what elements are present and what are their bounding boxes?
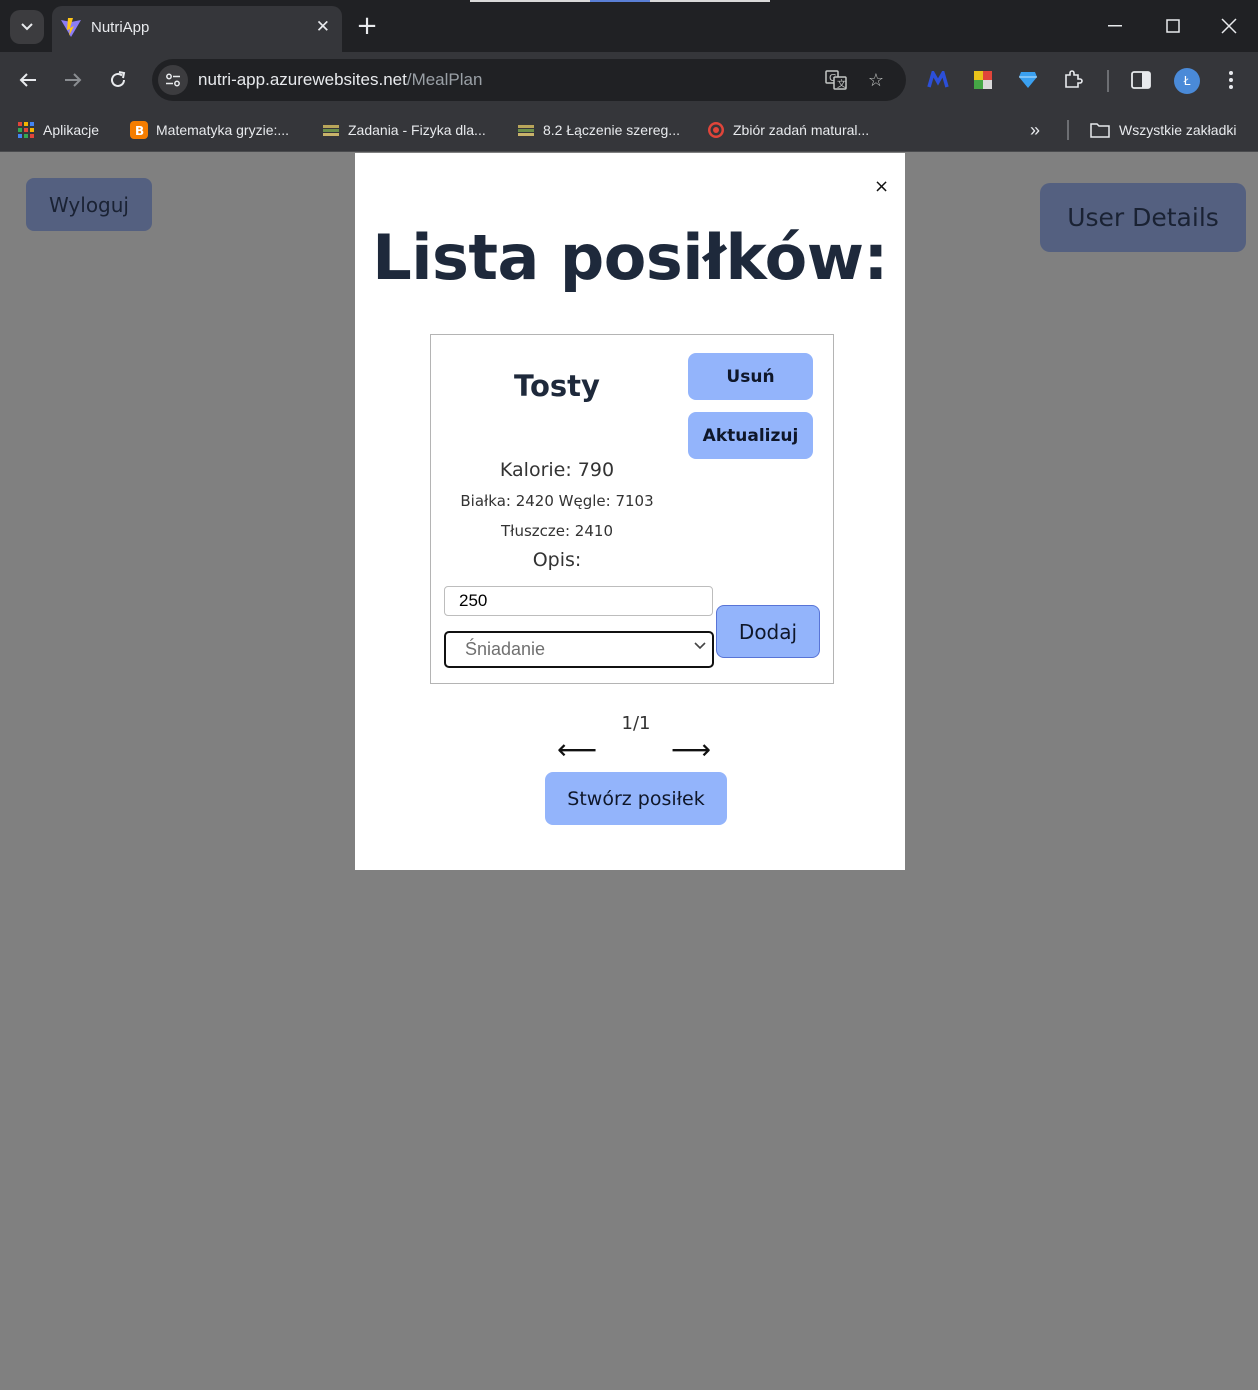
address-bar[interactable]: nutri-app.azurewebsites.net/MealPlan G文 … (152, 59, 906, 101)
delete-meal-button[interactable]: Usuń (688, 353, 813, 400)
bookmark-label: Zadania - Fizyka dla... (348, 122, 486, 138)
bookmark-label: 8.2 Łączenie szereg... (543, 122, 680, 138)
meal-card: Tosty Usuń Aktualizuj Kalorie: 790 Białk… (430, 334, 834, 684)
back-button[interactable] (14, 66, 42, 94)
meal-name: Tosty (514, 369, 600, 403)
all-bookmarks-folder[interactable]: Wszystkie zakładki (1089, 118, 1236, 142)
profile-avatar[interactable]: Ł (1174, 68, 1200, 94)
colorful-tiles-glyph (974, 71, 992, 89)
user-details-button[interactable]: User Details (1040, 183, 1246, 252)
vite-favicon-icon (61, 18, 81, 37)
maximize-icon (1166, 19, 1180, 33)
side-panel-glyph (1131, 71, 1151, 89)
all-bookmarks-label: Wszystkie zakładki (1119, 122, 1237, 138)
bookmark-label: Matematyka gryzie:... (156, 122, 290, 138)
reload-icon (111, 71, 126, 87)
svg-text:文: 文 (837, 78, 846, 90)
side-panel-icon[interactable] (1128, 67, 1154, 93)
bookmarks-divider (1067, 120, 1069, 140)
chevron-down-icon (21, 23, 33, 31)
meal-type-select[interactable]: Śniadanie (444, 631, 714, 668)
puzzle-glyph (1065, 70, 1083, 88)
reload-button[interactable] (104, 66, 132, 94)
maximize-button[interactable] (1158, 12, 1188, 40)
translate-icon[interactable]: G文 (824, 69, 848, 91)
bookmarks-bar: Aplikacje B Matematyka gryzie:... Zadani… (0, 108, 1258, 152)
kebab-glyph (1229, 71, 1233, 89)
extension-m-icon[interactable] (925, 67, 951, 93)
browser-titlebar: NutriApp ✕ + (0, 0, 1258, 52)
close-icon (1221, 18, 1237, 34)
bookmark-star-icon[interactable]: ☆ (864, 69, 888, 91)
more-bookmarks-icon[interactable]: » (1030, 118, 1040, 142)
url-text[interactable]: nutri-app.azurewebsites.net/MealPlan (198, 70, 482, 90)
next-page-arrow-icon[interactable]: ⟶ (671, 733, 711, 766)
meal-macros: Białka: 2420 Węgle: 7103 (460, 492, 654, 510)
extension-diamond-icon[interactable] (1015, 67, 1041, 93)
svg-text:B: B (135, 124, 144, 138)
bookmark-label: Aplikacje (43, 122, 100, 138)
tab-strip-indicator (590, 0, 650, 2)
minimize-button[interactable] (1100, 12, 1130, 40)
meal-calories: Kalorie: 790 (499, 459, 615, 481)
arrow-right-icon (65, 73, 82, 87)
forward-button[interactable] (59, 66, 87, 94)
tune-icon (166, 73, 180, 87)
pagination-indicator: 1/1 (621, 713, 651, 734)
meal-list-modal: × Lista posiłków: Tosty Usuń Aktualizuj … (355, 153, 905, 870)
apps-grid-icon (17, 121, 35, 139)
add-meal-button[interactable]: Dodaj (716, 605, 820, 658)
tab-strip-indicator (650, 0, 770, 2)
bookmark-item[interactable]: 8.2 Łączenie szereg... (517, 118, 680, 142)
folder-icon (1089, 121, 1111, 139)
extensions-puzzle-icon[interactable] (1060, 67, 1086, 93)
page-content: Wyloguj User Details D : × Lista posiłkó… (0, 152, 1258, 1390)
minimize-icon (1108, 25, 1122, 27)
bookmark-label: Zbiór zadań matural... (733, 122, 870, 138)
bookmark-item[interactable]: Zbiór zadań matural... (707, 118, 869, 142)
update-meal-button[interactable]: Aktualizuj (688, 412, 813, 459)
toolbar-divider (1107, 70, 1109, 92)
arrow-left-icon (19, 73, 36, 87)
new-tab-button[interactable]: + (354, 10, 380, 42)
modal-close-button[interactable]: × (874, 176, 889, 197)
target-icon (707, 121, 725, 139)
browser-menu-icon[interactable] (1218, 67, 1244, 93)
blogger-icon: B (130, 121, 148, 139)
prev-page-arrow-icon[interactable]: ⟵ (557, 733, 597, 766)
bookmark-item[interactable]: Zadania - Fizyka dla... (322, 118, 486, 142)
tab-title: NutriApp (91, 19, 150, 36)
url-host: nutri-app.azurewebsites.net (198, 70, 407, 89)
tab-strip-indicator (470, 0, 590, 2)
browser-tab[interactable]: NutriApp ✕ (52, 6, 342, 52)
url-path: /MealPlan (406, 70, 483, 89)
m-logo-glyph (927, 71, 949, 88)
diamond-glyph (1019, 72, 1037, 88)
modal-title: Lista posiłków: (372, 221, 888, 294)
logout-button[interactable]: Wyloguj (26, 178, 152, 231)
create-meal-button[interactable]: Stwórz posiłek (545, 772, 727, 825)
meal-type-selected: Śniadanie (465, 639, 546, 659)
browser-toolbar: nutri-app.azurewebsites.net/MealPlan G文 … (0, 52, 1258, 108)
translate-glyph: G文 (825, 70, 847, 90)
meal-fat: Tłuszcze: 2410 (501, 522, 613, 540)
site-info-icon[interactable] (158, 65, 188, 95)
book-icon (322, 121, 340, 139)
tab-search-button[interactable] (10, 10, 44, 44)
chevron-down-icon (694, 642, 706, 650)
extension-colorful-icon[interactable] (970, 67, 996, 93)
quantity-input[interactable]: 250 (444, 586, 713, 616)
bookmark-item[interactable]: B Matematyka gryzie:... (130, 118, 289, 142)
bookmark-item[interactable]: Aplikacje (17, 118, 99, 142)
window-close-button[interactable] (1214, 12, 1244, 40)
tab-close-icon[interactable]: ✕ (316, 17, 330, 37)
book-icon (517, 121, 535, 139)
meal-description-label: Opis: (532, 549, 582, 571)
